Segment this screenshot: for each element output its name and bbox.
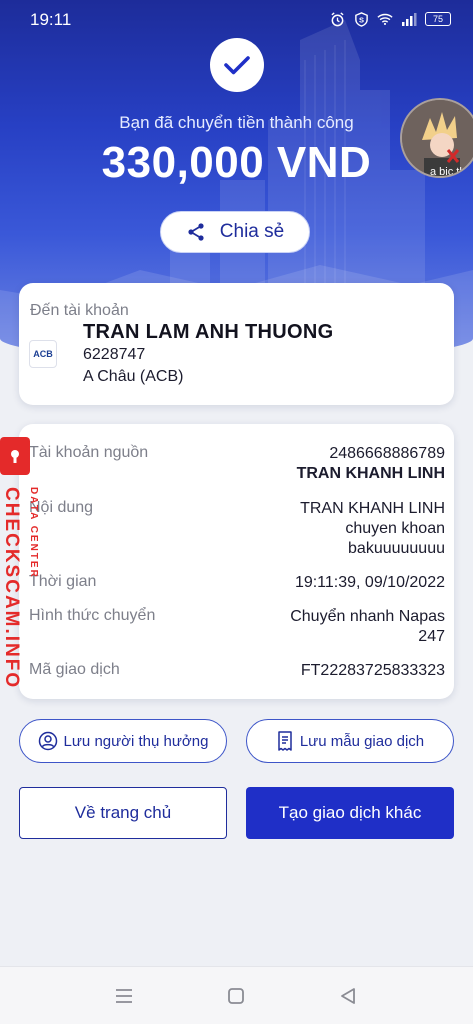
source-account-name: TRAN KHANH LINH (296, 465, 445, 482)
transaction-id-value: FT22283725833323 (300, 662, 445, 679)
recipient-card: Đến tài khoản ACB TRAN LAM ANH THUONG 62… (19, 283, 454, 405)
recipient-name: TRAN LAM ANH THUONG (83, 321, 334, 343)
back-triangle-icon[interactable] (336, 984, 360, 1008)
watermark-main-text: CHECKSCAM.INFO (1, 487, 22, 690)
share-button[interactable]: Chia sẻ (160, 211, 310, 253)
recipient-label: Đến tài khoản (30, 302, 129, 319)
floating-avatar[interactable]: a bic th (400, 98, 473, 178)
time-value: 19:11:39, 09/10/2022 (294, 574, 445, 591)
content-line-1: TRAN KHANH LINH (300, 500, 445, 517)
alarm-icon (329, 11, 345, 27)
recipient-bank-name: A Châu (ACB) (83, 368, 184, 385)
checkscam-watermark: CHECKSCAM.INFO DATA CENTER (0, 437, 50, 689)
system-nav-bar (0, 966, 473, 1024)
save-template-label: Lưu mẫu giao dịch (299, 732, 425, 750)
content-value: TRAN KHANH LINH chuyen khoan bakuuuuuuuu (300, 499, 445, 559)
menu-icon[interactable] (112, 984, 136, 1008)
wifi-icon (377, 11, 393, 27)
acb-logo-icon: ACB (29, 340, 57, 368)
method-value: Chuyển nhanh Napas 247 (290, 607, 445, 647)
square-icon[interactable] (224, 984, 248, 1008)
status-time: 19:11 (30, 10, 72, 29)
success-check (210, 38, 264, 92)
save-recipient-button[interactable]: Lưu người thụ hưởng (19, 719, 227, 763)
method-line-1: Chuyển nhanh Napas (290, 608, 445, 625)
svg-text:S: S (358, 15, 363, 24)
content-line-3: bakuuuuuuuu (348, 540, 445, 557)
status-icons: S 75 (329, 11, 451, 27)
share-icon (188, 223, 204, 241)
watermark-sub-text: DATA CENTER (28, 487, 39, 579)
signal-icon (401, 11, 417, 27)
s-badge-icon: S (353, 11, 369, 27)
new-transaction-button[interactable]: Tạo giao dịch khác (246, 787, 454, 839)
person-circle-icon (38, 731, 57, 751)
share-label: Chia sẻ (219, 221, 285, 242)
recipient-account-number: 6228747 (83, 346, 146, 363)
check-icon (224, 56, 250, 75)
home-button[interactable]: Về trang chủ (19, 787, 227, 839)
source-account-number: 2486668886789 (329, 445, 445, 462)
save-recipient-label: Lưu người thụ hưởng (63, 732, 209, 750)
source-account-value: 2486668886789 TRAN KHANH LINH (297, 444, 445, 484)
status-bar: 19:11 S 75 (0, 0, 473, 40)
receipt-icon (278, 731, 292, 751)
transaction-details-card: Tài khoản nguồn 2486668886789 TRAN KHANH… (19, 424, 454, 699)
method-line-2: 247 (418, 628, 445, 645)
lock-icon (0, 437, 30, 475)
battery-icon: 75 (425, 12, 451, 26)
save-template-button[interactable]: Lưu mẫu giao dịch (246, 719, 454, 763)
content-line-2: chuyen khoan (345, 520, 445, 537)
